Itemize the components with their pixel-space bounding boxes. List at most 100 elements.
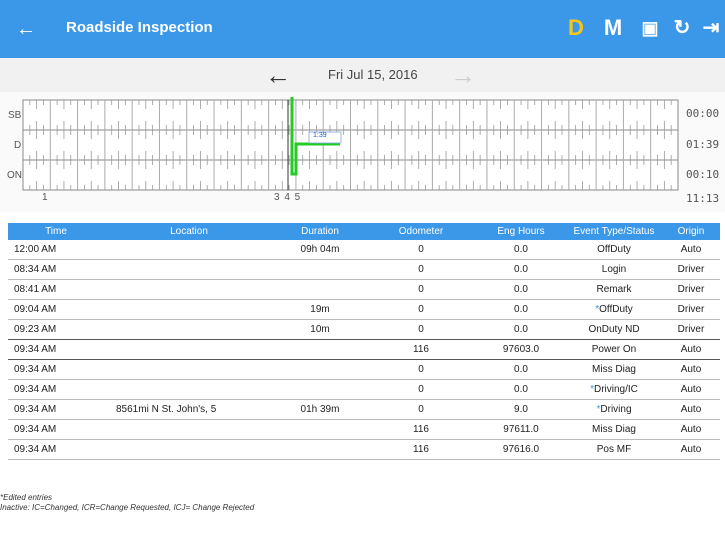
total-sb: 00:00 bbox=[686, 107, 720, 120]
logout-icon[interactable]: ⇥ bbox=[700, 13, 722, 43]
cell-location bbox=[104, 380, 274, 399]
cell-event: Login bbox=[566, 260, 662, 279]
next-day-arrow-icon[interactable]: → bbox=[450, 62, 476, 88]
table-row[interactable]: 09:34 AM 8561mi N St. John's, 5 01h 39m 0 9.… bbox=[8, 400, 720, 420]
event-text: Power On bbox=[591, 344, 637, 355]
grand-total: 11:13 bbox=[686, 192, 720, 205]
event-text: Miss Diag bbox=[592, 424, 636, 435]
table-row[interactable]: 09:34 AM 116 97603.0 Power On Auto bbox=[8, 340, 720, 360]
previous-day-arrow-icon[interactable]: ← bbox=[265, 62, 291, 88]
current-date: Fri Jul 15, 2016 bbox=[328, 67, 418, 82]
cell-origin: Driver bbox=[677, 264, 705, 275]
date-navigator: ← Fri Jul 15, 2016 → bbox=[0, 58, 725, 92]
events-table: Time Location Duration Odometer Eng Hour… bbox=[8, 223, 720, 460]
cell-odometer: 0 bbox=[418, 304, 424, 315]
header-origin: Origin bbox=[677, 226, 705, 237]
refresh-icon[interactable]: ↻ bbox=[670, 13, 694, 43]
cell-location bbox=[104, 320, 274, 339]
cell-origin: Auto bbox=[680, 364, 702, 375]
cell-time: 09:34 AM bbox=[14, 444, 57, 455]
cell-odometer: 0 bbox=[418, 284, 424, 295]
table-body: 12:00 AM 09h 04m 0 0.0 OffDuty Auto 08:34 AM 0 0… bbox=[8, 240, 720, 460]
cell-eng: 97616.0 bbox=[502, 444, 540, 455]
cell-eng: 0.0 bbox=[514, 244, 528, 255]
cell-time: 12:00 AM bbox=[14, 244, 57, 255]
cell-event: *OffDuty bbox=[566, 300, 662, 319]
table-row[interactable]: 09:04 AM 19m 0 0.0 *OffDuty Driver bbox=[8, 300, 720, 320]
cell-eng: 0.0 bbox=[514, 264, 528, 275]
cell-event: Miss Diag bbox=[566, 360, 662, 379]
cell-odometer: 0 bbox=[418, 324, 424, 335]
cell-duration bbox=[274, 260, 366, 279]
cell-time: 09:34 AM bbox=[14, 344, 57, 355]
cell-odometer: 0 bbox=[418, 404, 424, 415]
table-row[interactable]: 09:23 AM 10m 0 0.0 OnDuty ND Driver bbox=[8, 320, 720, 340]
table-row[interactable]: 09:34 AM 0 0.0 Miss Diag Auto bbox=[8, 360, 720, 380]
header-location: Location bbox=[170, 226, 208, 237]
header-odometer: Odometer bbox=[398, 226, 444, 237]
cell-origin: Auto bbox=[680, 344, 702, 355]
cell-event: Remark bbox=[566, 280, 662, 299]
cell-odometer: 0 bbox=[418, 384, 424, 395]
cell-event: Power On bbox=[566, 340, 662, 359]
cell-duration bbox=[274, 340, 366, 359]
cell-time: 09:23 AM bbox=[14, 324, 57, 335]
table-row[interactable]: 09:34 AM 0 0.0 *Driving/IC Auto bbox=[8, 380, 720, 400]
cell-time: 08:41 AM bbox=[14, 284, 57, 295]
cell-duration bbox=[274, 280, 366, 299]
table-row[interactable]: 08:41 AM 0 0.0 Remark Driver bbox=[8, 280, 720, 300]
cell-odometer: 0 bbox=[418, 264, 424, 275]
cell-location bbox=[104, 240, 274, 259]
cell-event: Miss Diag bbox=[566, 420, 662, 439]
event-text: Miss Diag bbox=[592, 364, 636, 375]
table-row[interactable]: 09:34 AM 116 97611.0 Miss Diag Auto bbox=[8, 420, 720, 440]
cell-duration bbox=[274, 440, 366, 459]
cell-time: 09:34 AM bbox=[14, 424, 57, 435]
duration-tooltip: 1:39 bbox=[313, 132, 327, 139]
cell-eng: 0.0 bbox=[514, 364, 528, 375]
cell-event: OnDuty ND bbox=[566, 320, 662, 339]
m-button[interactable]: M bbox=[600, 13, 626, 43]
cell-duration: 10m bbox=[310, 324, 330, 335]
cell-odometer: 116 bbox=[413, 444, 429, 455]
axis-label-start: 1 bbox=[42, 192, 48, 203]
cell-location bbox=[104, 440, 274, 459]
table-header: Time Location Duration Odometer Eng Hour… bbox=[8, 223, 720, 240]
table-row[interactable]: 09:34 AM 116 97616.0 Pos MF Auto bbox=[8, 440, 720, 460]
table-row[interactable]: 08:34 AM 0 0.0 Login Driver bbox=[8, 260, 720, 280]
cell-eng: 0.0 bbox=[514, 304, 528, 315]
d-button[interactable]: D bbox=[565, 13, 587, 43]
cell-location bbox=[104, 260, 274, 279]
cell-event: *Driving/IC bbox=[566, 380, 662, 399]
total-on: 00:10 bbox=[686, 168, 720, 181]
cell-odometer: 0 bbox=[418, 244, 424, 255]
table-row[interactable]: 12:00 AM 09h 04m 0 0.0 OffDuty Auto bbox=[8, 240, 720, 260]
event-text: Pos MF bbox=[596, 444, 632, 455]
cell-time: 09:04 AM bbox=[14, 304, 57, 315]
cell-origin: Driver bbox=[677, 284, 705, 295]
duty-status-graph: SB D ON 00:00 01:39 00:10 11:13 1 3 4 5 … bbox=[0, 92, 725, 212]
cell-origin: Auto bbox=[680, 424, 702, 435]
cell-eng: 97611.0 bbox=[503, 424, 539, 435]
inactive-note: Inactive: IC=Changed, ICR=Change Request… bbox=[0, 503, 255, 512]
cell-location: 8561mi N St. John's, 5 bbox=[116, 404, 217, 415]
cell-location bbox=[104, 340, 274, 359]
header-eng-hours: Eng Hours bbox=[497, 226, 545, 237]
cell-origin: Auto bbox=[680, 244, 702, 255]
cell-duration bbox=[274, 360, 366, 379]
cell-eng: 0.0 bbox=[514, 284, 528, 295]
logbook-icon[interactable]: ▣ bbox=[638, 13, 662, 43]
event-text: Remark bbox=[596, 284, 632, 295]
cell-duration: 19m bbox=[310, 304, 330, 315]
cell-odometer: 116 bbox=[413, 344, 429, 355]
total-d: 01:39 bbox=[686, 138, 720, 151]
cell-origin: Driver bbox=[677, 324, 705, 335]
cell-origin: Auto bbox=[680, 444, 702, 455]
event-text: OffDuty bbox=[599, 304, 633, 315]
cell-duration: 01h 39m bbox=[300, 404, 340, 415]
cell-time: 09:34 AM bbox=[14, 364, 57, 375]
cell-eng: 9.0 bbox=[514, 404, 528, 415]
back-arrow-icon[interactable]: ← bbox=[14, 18, 38, 40]
edited-note: *Edited entries bbox=[0, 493, 53, 502]
cell-odometer: 116 bbox=[413, 424, 429, 435]
